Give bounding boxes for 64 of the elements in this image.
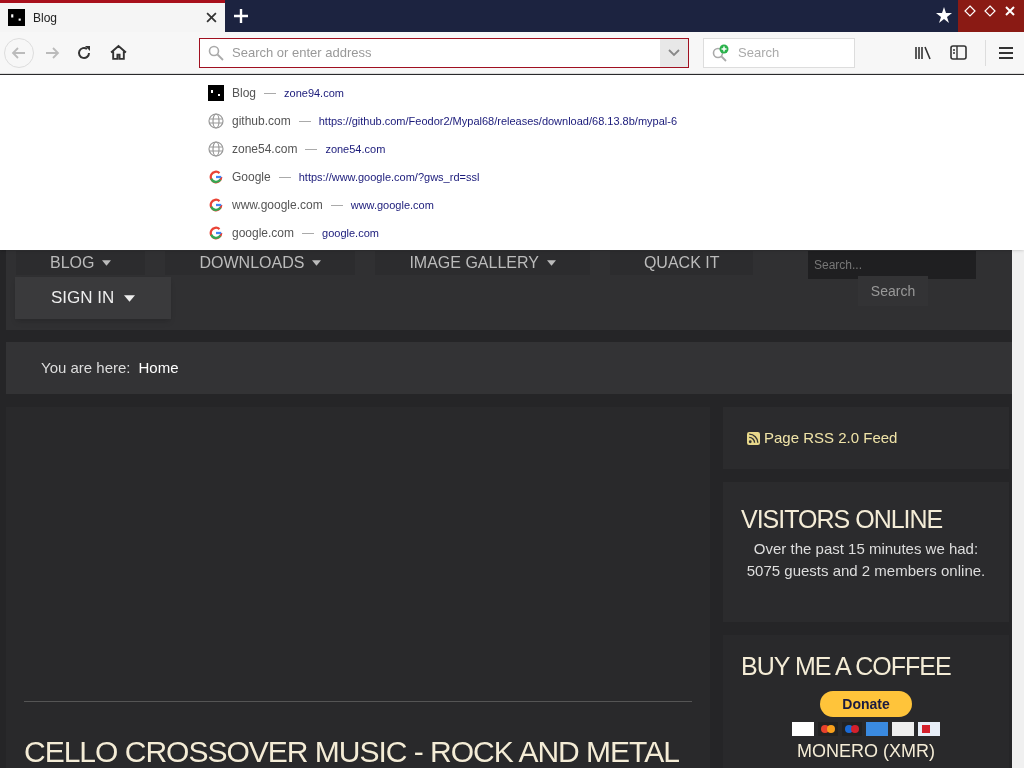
visitors-text: Over the past 15 minutes we had: 5075 guests and 2 members online. — [745, 539, 987, 581]
suggestion-item[interactable]: Blog zone94.com — [208, 79, 1024, 107]
site-favicon-icon — [8, 9, 25, 26]
menu-item[interactable]: DOWNLOADS — [165, 251, 356, 275]
suggestion-title: zone54.com — [232, 141, 298, 158]
panel-heading: VISITORS ONLINE — [741, 504, 943, 534]
google-g-icon — [209, 170, 223, 184]
star-icon — [936, 6, 952, 24]
payment-cards-icon — [792, 721, 940, 737]
tab-title: Blog — [33, 9, 59, 27]
dropdown-button[interactable] — [660, 38, 688, 67]
suggestion-title: Google — [232, 169, 271, 186]
suggestion-url: google.com — [322, 225, 379, 241]
google-g-icon — [209, 198, 223, 212]
home-icon[interactable] — [110, 44, 127, 61]
search-input[interactable]: Search — [738, 42, 848, 63]
search-bar[interactable]: Search — [703, 37, 855, 68]
site-favicon-icon — [208, 85, 224, 101]
minimize-icon[interactable] — [964, 5, 976, 17]
suggestion-title: Blog — [232, 85, 257, 102]
suggestion-item[interactable]: Google https://www.google.com/?gws_rd=ssl — [208, 163, 1024, 191]
breadcrumb-label: You are here: — [41, 357, 131, 378]
suggestion-title: github.com — [232, 113, 291, 130]
suggestion-title: google.com — [232, 225, 295, 242]
breadcrumb-link[interactable]: Home — [138, 356, 179, 380]
chevron-down-icon — [668, 48, 680, 57]
donate-button[interactable]: Donate — [820, 691, 912, 717]
close-icon[interactable] — [206, 12, 217, 23]
menu-item[interactable]: QUACK IT — [609, 251, 754, 275]
panel-heading: BUY ME A COFFEE — [741, 651, 951, 681]
suggestion-url: zone94.com — [284, 85, 344, 101]
google-g-icon — [209, 226, 223, 240]
library-icon[interactable] — [914, 44, 932, 61]
rss-link[interactable]: Page RSS 2.0 Feed — [764, 426, 898, 450]
caret-down-icon — [124, 294, 136, 302]
maximize-icon[interactable] — [984, 5, 996, 17]
suggestion-url: https://www.google.com/?gws_rd=ssl — [298, 169, 480, 185]
site-search-field[interactable]: Search... — [808, 251, 976, 279]
suggestion-item[interactable]: google.com google.com — [208, 219, 1024, 247]
globe-icon — [208, 141, 224, 157]
sidebar-icon[interactable] — [950, 45, 967, 60]
address-bar[interactable]: Search or enter address — [199, 37, 689, 68]
suggestion-item[interactable]: github.com https://github.com/Feodor2/Mypal68/releases/download/68.13.8b/mypal-6 — [208, 107, 1024, 135]
back-arrow-icon — [11, 44, 27, 61]
rss-icon — [747, 431, 760, 445]
globe-icon — [208, 113, 224, 129]
search-add-icon — [712, 43, 730, 62]
new-tab-icon[interactable] — [233, 8, 249, 24]
sign-in-button[interactable]: SIGN IN — [15, 277, 172, 319]
reload-icon[interactable] — [76, 44, 92, 61]
suggestion-item[interactable]: zone54.com zone54.com — [208, 135, 1024, 163]
suggestion-url: www.google.com — [350, 197, 434, 213]
suggestion-title: www.google.com — [232, 197, 323, 214]
suggestion-url: https://github.com/Feodor2/Mypal68/releases/download/68.13.8b/mypal-6 — [318, 113, 678, 129]
search-icon — [208, 44, 224, 61]
browser-tab[interactable]: Blog — [0, 0, 225, 32]
article-title: CELLO CROSSOVER MUSIC - ROCK AND METAL — [24, 734, 679, 768]
address-input[interactable]: Search or enter address — [232, 42, 660, 63]
menu-icon[interactable] — [998, 45, 1014, 60]
menu-item[interactable]: IMAGE GALLERY — [375, 251, 590, 275]
menu-item[interactable]: BLOG — [16, 251, 146, 275]
suggestion-item[interactable]: www.google.com www.google.com — [208, 191, 1024, 219]
suggestion-url: zone54.com — [325, 141, 386, 157]
panel-heading: MONERO (XMR) — [797, 741, 935, 761]
